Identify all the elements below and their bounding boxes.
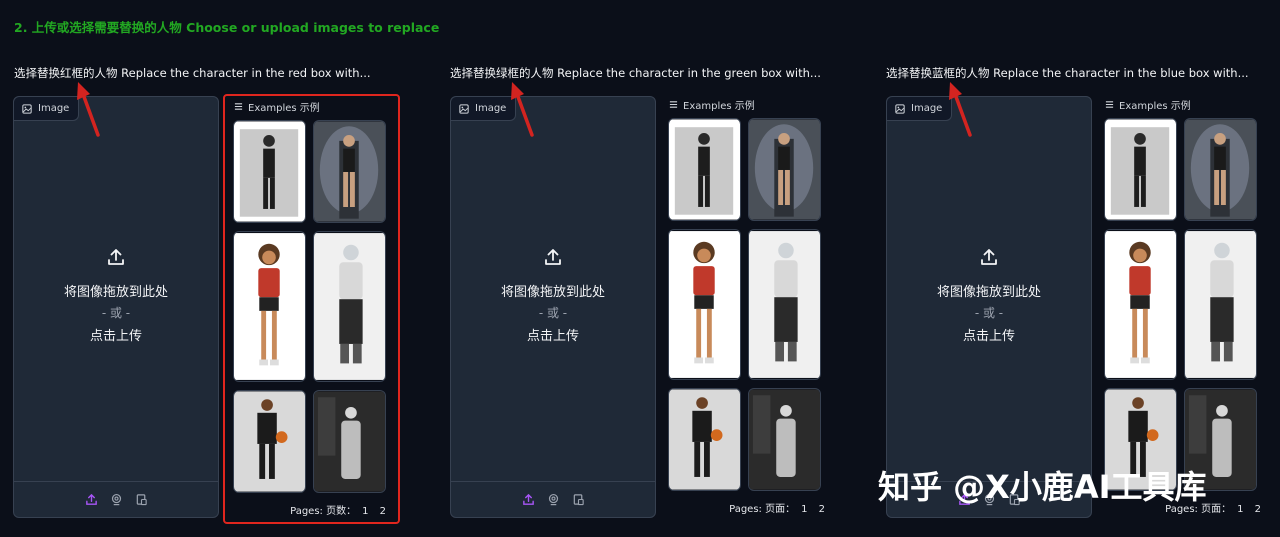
image-icon — [459, 103, 469, 114]
examples-label-text: Examples 示例 — [248, 103, 320, 114]
example-thumbnail[interactable] — [313, 120, 386, 223]
upload-icon[interactable] — [522, 493, 535, 506]
example-thumbnail[interactable] — [668, 388, 741, 491]
click-upload-text[interactable]: 点击上传 — [963, 325, 1015, 344]
or-text: - 或 - — [974, 306, 1004, 320]
example-thumbnail[interactable] — [1184, 229, 1257, 380]
image-upload-blue[interactable]: Image 将图像拖放到此处 - 或 - 点击上传 — [886, 96, 1092, 518]
clipboard-icon[interactable] — [135, 493, 148, 506]
image-tag: Image — [14, 97, 80, 121]
webcam-icon[interactable] — [547, 493, 560, 506]
annotation-arrow — [77, 82, 100, 137]
examples-label: Examples 示例 — [1105, 97, 1191, 112]
subtitle-red: 选择替换红框的人物 Replace the character in the r… — [14, 66, 371, 80]
image-tag-label: Image — [38, 103, 70, 114]
image-tag-label: Image — [911, 103, 943, 114]
section-heading: 2. 上传或选择需要替换的人物 Choose or upload images … — [14, 20, 440, 35]
click-upload-text[interactable]: 点击上传 — [527, 325, 579, 344]
example-thumbnail[interactable] — [748, 229, 821, 380]
list-icon — [669, 101, 678, 108]
example-thumbnail[interactable] — [313, 390, 386, 493]
upload-icon[interactable] — [85, 493, 98, 506]
list-icon — [1105, 101, 1114, 108]
example-thumbnail[interactable] — [748, 388, 821, 491]
page-numbers[interactable]: 1 2 — [362, 506, 390, 517]
upload-arrow-icon — [108, 249, 124, 265]
example-thumbnail[interactable] — [233, 120, 306, 223]
annotation-arrow — [511, 82, 534, 137]
example-thumbnail[interactable] — [1184, 118, 1257, 221]
pages-label: Pages: 页面： — [729, 504, 796, 515]
example-thumbnail[interactable] — [233, 390, 306, 493]
drop-text: 将图像拖放到此处 — [500, 285, 605, 300]
watermark: 知乎 @X小鹿AI工具库 — [878, 468, 1207, 506]
source-selector — [14, 481, 218, 517]
source-selector — [451, 481, 655, 517]
annotation-arrow — [949, 82, 972, 137]
example-thumbnail[interactable] — [233, 231, 306, 382]
examples-blue: Examples 示例 Pages: 页面： 1 2 — [1096, 94, 1273, 524]
examples-label: Examples 示例 — [669, 97, 755, 112]
examples-label-text: Examples 示例 — [1119, 101, 1191, 112]
subtitle-green: 选择替换绿框的人物 Replace the character in the g… — [450, 66, 821, 80]
subtitle-blue: 选择替换蓝框的人物 Replace the character in the b… — [886, 66, 1249, 80]
upload-arrow-icon — [981, 249, 997, 265]
drop-text: 将图像拖放到此处 — [63, 285, 168, 300]
example-thumbnail[interactable] — [668, 229, 741, 380]
drop-text: 将图像拖放到此处 — [936, 285, 1041, 300]
image-tag: Image — [887, 97, 953, 121]
image-icon — [22, 103, 32, 114]
image-upload-red[interactable]: Image 将图像拖放到此处 - 或 - 点击上传 — [13, 96, 219, 518]
or-text: - 或 - — [538, 306, 568, 320]
example-thumbnail[interactable] — [1104, 229, 1177, 380]
example-thumbnail[interactable] — [748, 118, 821, 221]
page-numbers[interactable]: 1 2 — [801, 504, 829, 515]
page-numbers[interactable]: 1 2 — [1237, 504, 1265, 515]
example-thumbnail[interactable] — [668, 118, 741, 221]
click-upload-text[interactable]: 点击上传 — [90, 325, 142, 344]
example-thumbnail[interactable] — [1104, 118, 1177, 221]
example-thumbnail[interactable] — [313, 231, 386, 382]
drop-zone[interactable]: 将图像拖放到此处 - 或 - 点击上传 — [14, 247, 218, 344]
image-tag: Image — [451, 97, 517, 121]
examples-green: Examples 示例 Pages: 页面： 1 2 — [660, 94, 837, 524]
image-upload-green[interactable]: Image 将图像拖放到此处 - 或 - 点击上传 — [450, 96, 656, 518]
or-text: - 或 - — [101, 306, 131, 320]
examples-label: Examples 示例 — [234, 99, 320, 114]
image-tag-label: Image — [475, 103, 507, 114]
pagination: Pages: 页面： 1 2 — [660, 500, 829, 515]
clipboard-icon[interactable] — [572, 493, 585, 506]
list-icon — [234, 103, 243, 110]
examples-label-text: Examples 示例 — [683, 101, 755, 112]
drop-zone[interactable]: 将图像拖放到此处 - 或 - 点击上传 — [887, 247, 1091, 344]
examples-red: Examples 示例 Pages: 页数： 1 2 — [223, 94, 400, 524]
webcam-icon[interactable] — [110, 493, 123, 506]
upload-arrow-icon — [545, 249, 561, 265]
pages-label: Pages: 页数： — [290, 506, 357, 517]
image-icon — [895, 103, 905, 114]
pagination: Pages: 页数： 1 2 — [225, 502, 390, 517]
drop-zone[interactable]: 将图像拖放到此处 - 或 - 点击上传 — [451, 247, 655, 344]
